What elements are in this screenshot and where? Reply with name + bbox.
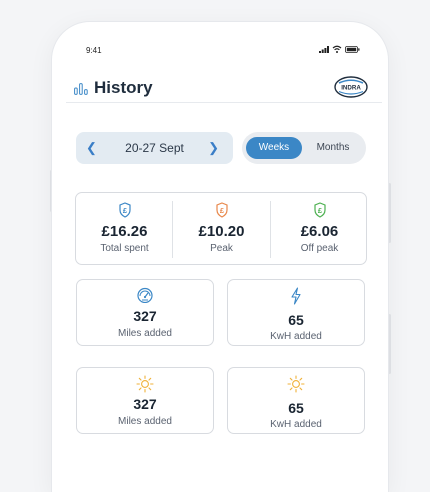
indra-logo: INDRA <box>334 76 368 98</box>
svg-text:£: £ <box>122 206 127 215</box>
wifi-icon <box>332 45 342 53</box>
metric-label: KwH added <box>270 331 322 342</box>
sun-icon <box>228 375 364 393</box>
phone-screen: 9:41 History INDRA ❮ 20-27 Sept ❯ Weeks … <box>52 22 388 492</box>
signal-icon <box>319 45 329 53</box>
cost-label: Total spent <box>100 243 149 254</box>
metric-label: Miles added <box>118 416 172 427</box>
cost-amount: £6.06 <box>300 223 339 240</box>
cost-label: Off peak <box>300 243 339 254</box>
pound-badge-icon: £ <box>173 202 270 218</box>
metric-value: 327 <box>133 308 157 324</box>
svg-text:£: £ <box>219 206 224 215</box>
lightning-icon <box>228 287 364 305</box>
cost-peak: £ £10.20 Peak <box>173 193 270 266</box>
metric-card-miles[interactable]: 327 Miles added <box>76 279 214 346</box>
svg-text:INDRA: INDRA <box>341 85 361 92</box>
status-icons <box>319 45 360 53</box>
status-bar: 9:41 <box>52 22 388 62</box>
date-range-selector: ❮ 20-27 Sept ❯ <box>76 132 233 164</box>
page-header: History INDRA <box>74 76 368 104</box>
page-title: History <box>94 78 153 97</box>
metric-card-kwh[interactable]: 65 KwH added <box>227 279 365 346</box>
metric-card-miles[interactable]: 327 Miles added <box>76 367 214 434</box>
cost-amount: £10.20 <box>198 223 245 240</box>
phone-side-button <box>388 183 391 243</box>
metric-value: 327 <box>133 396 157 412</box>
metric-value: 65 <box>288 400 304 416</box>
chevron-right-icon[interactable]: ❯ <box>208 140 219 156</box>
sun-icon <box>77 375 213 393</box>
metric-card-kwh[interactable]: 65 KwH added <box>227 367 365 434</box>
bar-chart-icon <box>74 83 88 95</box>
toggle-weeks[interactable]: Weeks <box>246 137 302 159</box>
header-divider <box>66 102 382 103</box>
status-time: 9:41 <box>86 46 102 55</box>
speedometer-icon <box>77 287 213 303</box>
toggle-months[interactable]: Months <box>304 137 362 159</box>
pound-badge-icon: £ <box>271 202 368 218</box>
pound-badge-icon: £ <box>76 202 173 218</box>
costs-card: £ £16.26 Total spent £ £10.20 Peak £ £6.… <box>75 192 367 265</box>
cost-label: Peak <box>210 243 233 254</box>
metric-label: Miles added <box>118 328 172 339</box>
svg-text:£: £ <box>317 206 322 215</box>
metric-label: KwH added <box>270 419 322 430</box>
cost-off-peak: £ £6.06 Off peak <box>271 193 368 266</box>
cost-amount: £16.26 <box>101 223 148 240</box>
battery-icon <box>345 45 360 53</box>
cost-total: £ £16.26 Total spent <box>76 193 173 266</box>
metric-value: 65 <box>288 312 304 328</box>
period-toggle: Weeks Months <box>242 132 366 164</box>
phone-side-button <box>388 314 391 374</box>
